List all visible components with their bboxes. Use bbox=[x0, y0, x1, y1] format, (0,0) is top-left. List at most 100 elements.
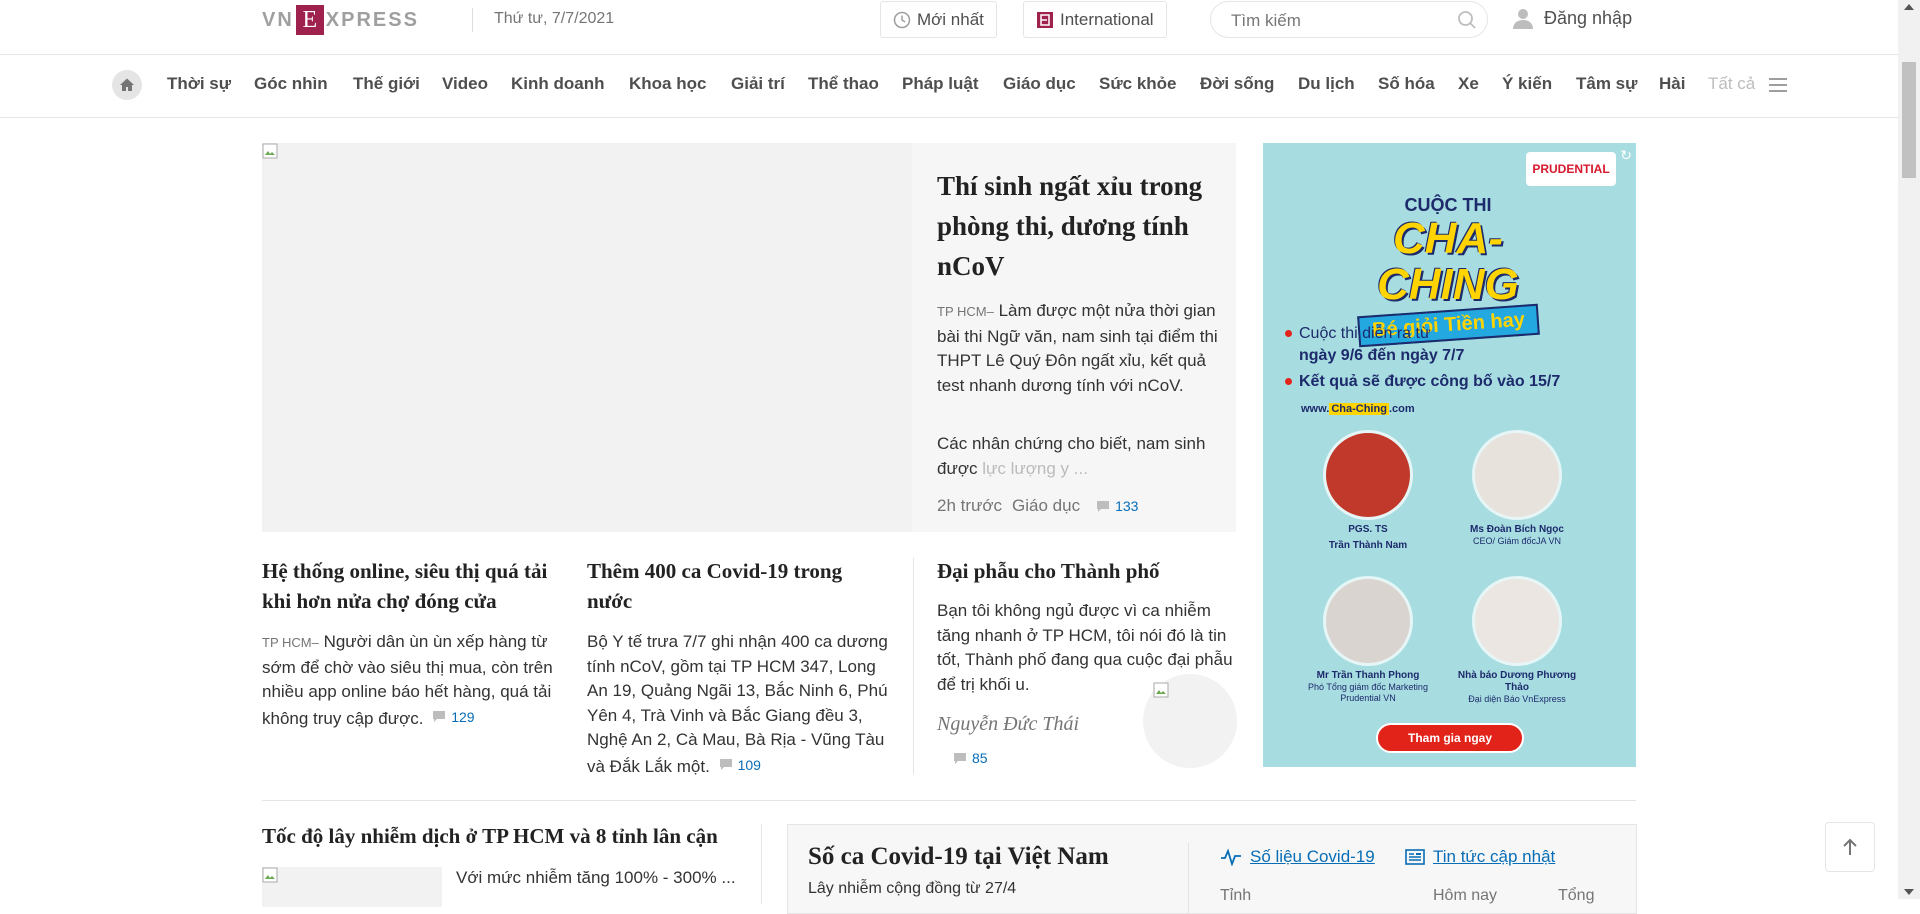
news-icon bbox=[1405, 849, 1425, 865]
top-story-image[interactable] bbox=[262, 143, 912, 532]
column-header-province: Tỉnh bbox=[1220, 887, 1252, 904]
comment-count: 129 bbox=[451, 708, 475, 725]
covid-stats-link-label: Số liệu Covid-19 bbox=[1250, 847, 1375, 866]
search-input[interactable] bbox=[1229, 8, 1453, 34]
ad-refresh-icon[interactable]: ↻ bbox=[1620, 147, 1632, 164]
nav-item-suc-khoe[interactable]: Sức khỏe bbox=[1099, 74, 1177, 94]
international-button[interactable]: International bbox=[1023, 1, 1167, 38]
nav-item-xe[interactable]: Xe bbox=[1458, 74, 1479, 94]
scroll-down-arrow-icon[interactable] bbox=[1904, 889, 1914, 895]
nav-item-khoa-hoc[interactable]: Khoa học bbox=[629, 74, 706, 94]
nav-item-kinh-doanh[interactable]: Kinh doanh bbox=[511, 74, 604, 94]
scroll-up-arrow-icon[interactable] bbox=[1904, 4, 1914, 10]
person-photo bbox=[1472, 430, 1562, 520]
comment-icon bbox=[1097, 500, 1110, 512]
column-divider bbox=[913, 558, 914, 774]
nav-item-all[interactable]: Tất cả bbox=[1708, 74, 1755, 94]
top-story-category[interactable]: Giáo dục bbox=[1012, 496, 1080, 516]
nav-item-y-kien[interactable]: Ý kiến bbox=[1502, 74, 1552, 94]
latest-news-button[interactable]: Mới nhất bbox=[880, 1, 997, 38]
article-title[interactable]: Hệ thống online, siêu thị quá tải khi hơ… bbox=[262, 556, 572, 616]
opinion-comments[interactable]: 85 bbox=[953, 750, 988, 766]
search-box[interactable] bbox=[1210, 1, 1488, 38]
site-highlight: Cha-Ching bbox=[1329, 403, 1389, 415]
person-name: Nhà báo Dương Phương Thảo bbox=[1457, 670, 1577, 693]
page-scrollbar[interactable] bbox=[1898, 0, 1920, 899]
ad-bullet-2: Kết quả sẽ được công bố vào 15/7 bbox=[1284, 371, 1560, 393]
top-story-comments[interactable]: 133 bbox=[1096, 498, 1138, 514]
article-comments[interactable]: 109 bbox=[719, 753, 761, 778]
top-story-title[interactable]: Thí sinh ngất xỉu trong phòng thi, dương… bbox=[937, 166, 1227, 286]
nav-item-tam-su[interactable]: Tâm sự bbox=[1576, 74, 1637, 94]
join-now-button[interactable]: Tham gia ngay bbox=[1376, 723, 1524, 753]
scrollbar-thumb[interactable] bbox=[1902, 62, 1916, 178]
comment-icon bbox=[954, 752, 966, 764]
covid-stats-box: Số ca Covid-19 tại Việt Nam Lây nhiễm cộ… bbox=[787, 824, 1637, 914]
nav-item-doi-song[interactable]: Đời sống bbox=[1200, 74, 1274, 94]
article-description: Bộ Y tế trưa 7/7 ghi nhận 400 ca dương t… bbox=[587, 630, 892, 779]
login-button[interactable]: Đăng nhập bbox=[1512, 7, 1632, 29]
hamburger-menu-icon[interactable] bbox=[1768, 77, 1788, 98]
covid-news-link-label: Tin tức cập nhật bbox=[1433, 847, 1556, 866]
opinion-author[interactable]: Nguyễn Đức Thái bbox=[937, 713, 1079, 736]
person-role: Đại diện Báo VnExpress bbox=[1468, 694, 1566, 704]
covid-divider bbox=[1188, 843, 1189, 913]
excerpt-faded: lực lượng y ... bbox=[982, 458, 1088, 478]
site-suffix: .com bbox=[1388, 403, 1415, 415]
search-icon[interactable] bbox=[1457, 10, 1477, 35]
ad-bullet-1: Cuộc thi diễn ra từ ngày 9/6 đến ngày 7/… bbox=[1284, 323, 1464, 367]
ad-person: PGS. TS Trần Thành Nam bbox=[1298, 430, 1438, 552]
home-button[interactable] bbox=[112, 70, 142, 100]
clock-icon bbox=[893, 11, 911, 29]
comment-count: 109 bbox=[737, 756, 761, 773]
top-story-location: TP HCM– bbox=[937, 304, 994, 319]
latest-news-label: Mới nhất bbox=[917, 9, 984, 29]
logo-text-left: VN bbox=[262, 8, 294, 31]
nav-item-the-thao[interactable]: Thể thao bbox=[808, 74, 879, 94]
person-name-2: Trần Thành Nam bbox=[1328, 540, 1408, 551]
contest-line2: CHA-CHING bbox=[1377, 214, 1519, 309]
nav-item-hai[interactable]: Hài bbox=[1659, 74, 1685, 94]
covid-news-link[interactable]: Tin tức cập nhật bbox=[1405, 847, 1555, 867]
nav-item-du-lich[interactable]: Du lịch bbox=[1298, 74, 1355, 94]
top-story-excerpt: Các nhân chứng cho biết, nam sinh được l… bbox=[937, 432, 1207, 481]
broken-image-icon bbox=[262, 143, 278, 159]
covid-title: Số ca Covid-19 tại Việt Nam bbox=[808, 843, 1109, 870]
ad-person: Mr Trần Thanh Phong Phó Tổng giám đốc Ma… bbox=[1298, 576, 1438, 704]
prudential-logo: PRUDENTIAL bbox=[1526, 152, 1616, 186]
person-role: Phó Tổng giám đốc Marketing Prudential V… bbox=[1308, 682, 1428, 703]
article-title[interactable]: Thêm 400 ca Covid-19 trong nước bbox=[587, 556, 887, 616]
nav-item-giao-duc[interactable]: Giáo dục bbox=[1003, 74, 1076, 94]
user-icon bbox=[1512, 7, 1534, 29]
category-nav: Thời sự Góc nhìn Thế giới Video Kinh doa… bbox=[0, 55, 1898, 118]
article-location: TP HCM– bbox=[262, 635, 319, 650]
person-name: PGS. TS bbox=[1348, 524, 1388, 535]
advertisement-banner[interactable]: PRUDENTIAL ↻ CUỘC THI CHA-CHING Bé giỏi … bbox=[1263, 143, 1636, 767]
contest-line1: CUỘC THI bbox=[1404, 195, 1492, 215]
nav-item-goc-nhin[interactable]: Góc nhìn bbox=[254, 74, 328, 94]
vnexpress-logo[interactable]: VN E XPRESS bbox=[262, 3, 419, 37]
person-photo bbox=[1472, 576, 1562, 666]
nav-item-video[interactable]: Video bbox=[442, 74, 488, 94]
author-avatar[interactable] bbox=[1143, 674, 1237, 768]
nav-item-the-gioi[interactable]: Thế giới bbox=[353, 74, 420, 94]
arrow-up-icon bbox=[1843, 838, 1857, 855]
back-to-top-button[interactable] bbox=[1825, 822, 1875, 872]
ad-person: Nhà báo Dương Phương Thảo Đại diện Báo V… bbox=[1447, 576, 1587, 705]
top-story-description: TP HCM– Làm được một nửa thời gian bài t… bbox=[937, 299, 1237, 398]
person-role: CEO/ Giám đốcJA VN bbox=[1472, 536, 1562, 546]
bottom-article-title[interactable]: Tốc độ lây nhiễm dịch ở TP HCM và 8 tỉnh… bbox=[262, 824, 718, 849]
logo-text-right: XPRESS bbox=[325, 8, 419, 31]
nav-item-so-hoa[interactable]: Số hóa bbox=[1378, 74, 1435, 94]
covid-stats-link[interactable]: Số liệu Covid-19 bbox=[1220, 847, 1375, 867]
bullet-line: Cuộc thi diễn ra từ bbox=[1299, 325, 1431, 342]
ad-person: Ms Đoàn Bích Ngọc CEO/ Giám đốcJA VN bbox=[1447, 430, 1587, 547]
article-description: TP HCM– Người dân ùn ùn xếp hàng từ sớm … bbox=[262, 630, 572, 731]
nav-item-phap-luat[interactable]: Pháp luật bbox=[902, 74, 979, 94]
nav-item-thoi-su[interactable]: Thời sự bbox=[167, 74, 231, 94]
opinion-title[interactable]: Đại phẫu cho Thành phố bbox=[937, 556, 1237, 586]
article-comments[interactable]: 129 bbox=[432, 705, 475, 730]
bottom-article-image[interactable] bbox=[262, 867, 442, 907]
broken-image-icon bbox=[1153, 682, 1169, 698]
nav-item-giai-tri[interactable]: Giải trí bbox=[731, 74, 785, 94]
